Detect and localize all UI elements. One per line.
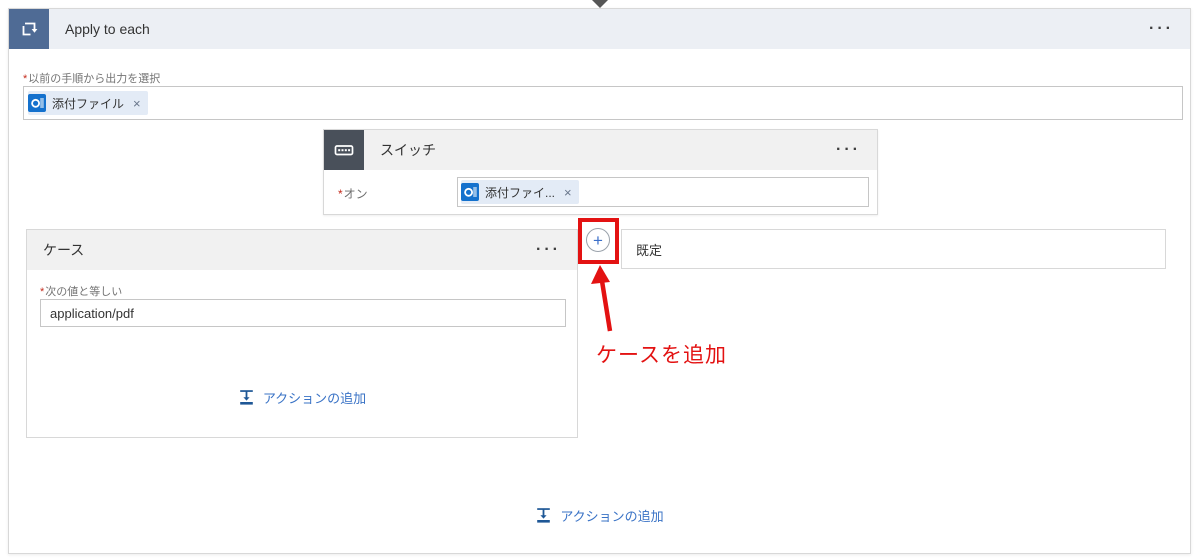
add-action-label: アクションの追加 bbox=[560, 509, 664, 524]
output-input[interactable]: 添付ファイル × bbox=[23, 86, 1183, 120]
switch-header[interactable]: スイッチ ··· bbox=[324, 130, 877, 170]
annotation-label: ケースを追加 bbox=[596, 344, 727, 367]
switch-menu-button[interactable]: ··· bbox=[836, 142, 877, 158]
token-remove-button[interactable]: × bbox=[561, 185, 575, 200]
switch-on-input[interactable]: 添付ファイ... × bbox=[457, 177, 869, 207]
annotation-highlight-box bbox=[578, 218, 619, 264]
case-add-action-link[interactable]: アクションの追加 bbox=[27, 388, 577, 407]
case-header[interactable]: ケース ··· bbox=[27, 230, 577, 270]
default-case-card[interactable]: 既定 bbox=[621, 229, 1166, 269]
case-equals-label: *次の値と等しい bbox=[40, 283, 122, 299]
switch-title: スイッチ bbox=[380, 142, 436, 158]
outlook-icon bbox=[461, 183, 479, 201]
apply-to-each-scope: Apply to each ··· *以前の手順から出力を選択 添付ファイル × bbox=[8, 8, 1191, 554]
switch-body: *オン 添付ファイ... × bbox=[324, 170, 877, 214]
case-title: ケース bbox=[43, 242, 85, 258]
default-case-title: 既定 bbox=[636, 242, 663, 258]
add-action-icon bbox=[240, 390, 253, 405]
switch-on-label: *オン bbox=[338, 185, 368, 202]
switch-on-label-text: オン bbox=[343, 187, 368, 201]
token-label: 添付ファイル bbox=[52, 96, 125, 111]
token-label: 添付ファイ... bbox=[485, 185, 556, 200]
required-mark: * bbox=[338, 187, 343, 201]
attachment-token[interactable]: 添付ファイ... × bbox=[461, 180, 579, 204]
outlook-icon bbox=[28, 94, 46, 112]
switch-icon bbox=[324, 130, 364, 170]
case-body: *次の値と等しい アクションの追加 bbox=[27, 270, 577, 437]
required-mark: * bbox=[40, 286, 45, 298]
case-equals-label-text: 次の値と等しい bbox=[45, 286, 123, 298]
scope-menu-button[interactable]: ··· bbox=[1149, 21, 1190, 37]
attachment-token[interactable]: 添付ファイル × bbox=[28, 91, 148, 115]
add-action-label: アクションの追加 bbox=[262, 391, 367, 406]
output-field-label: *以前の手順から出力を選択 bbox=[23, 70, 160, 86]
output-field-label-text: 以前の手順から出力を選択 bbox=[28, 73, 161, 85]
case-card: ケース ··· *次の値と等しい アクションの追加 bbox=[26, 229, 578, 438]
add-action-icon bbox=[537, 508, 551, 523]
switch-card: スイッチ ··· *オン 添付ファイ... × bbox=[323, 129, 878, 215]
case-menu-button[interactable]: ··· bbox=[536, 242, 577, 258]
scope-add-action-link[interactable]: アクションの追加 bbox=[9, 506, 1190, 525]
token-remove-button[interactable]: × bbox=[130, 96, 144, 111]
apply-to-each-loop-icon bbox=[9, 9, 49, 49]
flow-designer-canvas: Apply to each ··· *以前の手順から出力を選択 添付ファイル × bbox=[0, 0, 1200, 560]
required-mark: * bbox=[23, 73, 28, 85]
case-value-input[interactable] bbox=[40, 299, 566, 327]
scope-title: Apply to each bbox=[65, 21, 150, 37]
apply-to-each-header[interactable]: Apply to each ··· bbox=[9, 9, 1190, 49]
